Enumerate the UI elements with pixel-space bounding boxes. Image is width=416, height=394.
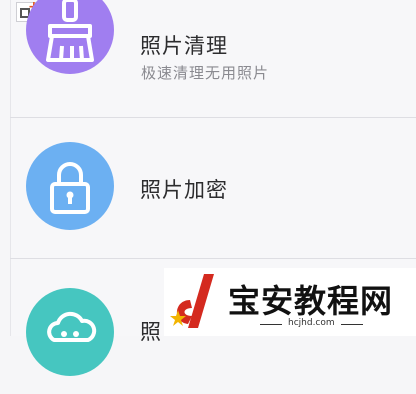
cloud-icon xyxy=(26,288,114,376)
menu-item-title: 照片加密 xyxy=(140,178,228,202)
lock-icon xyxy=(26,142,114,230)
watermark: 宝安教程网 hcjhd.com xyxy=(164,268,416,336)
menu-item-title: 照片清理 xyxy=(140,34,228,58)
menu-item-subtitle: 极速清理无用照片 xyxy=(141,64,270,82)
menu-item-photo-encrypt[interactable]: 照片加密 xyxy=(10,122,416,258)
menu-item-title: 照 xyxy=(140,320,162,344)
watermark-url: hcjhd.com xyxy=(260,318,363,328)
divider xyxy=(10,117,416,118)
watermark-logo xyxy=(170,274,214,328)
menu-item-photo-cleanup[interactable]: 照片清理 极速清理无用照片 xyxy=(10,0,416,122)
broom-icon xyxy=(26,0,114,74)
watermark-text: 宝安教程网 xyxy=(228,282,394,320)
